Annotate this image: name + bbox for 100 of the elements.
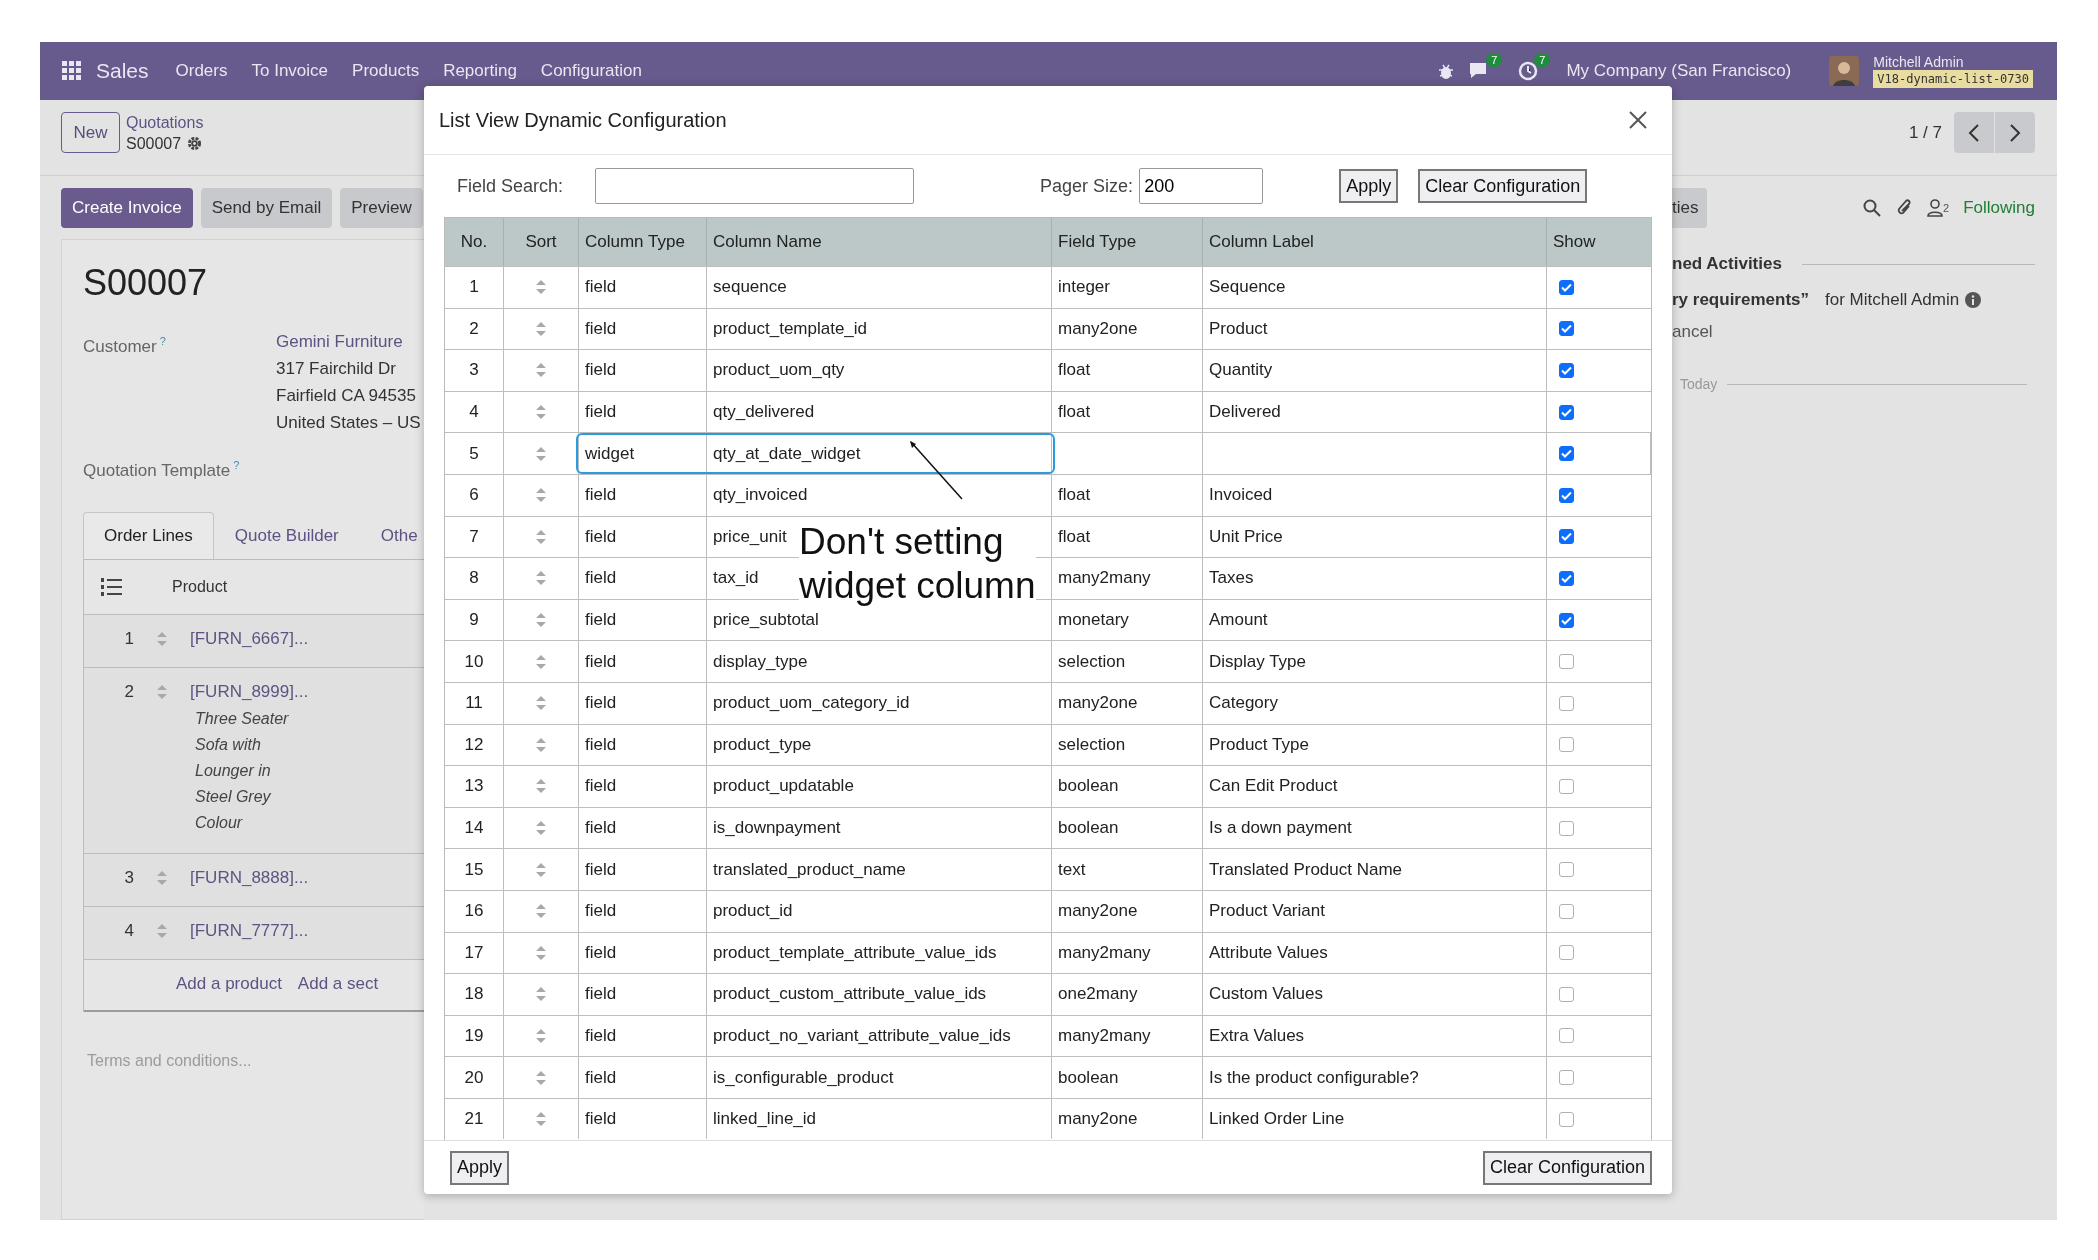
sort-handle-icon[interactable] xyxy=(157,923,167,938)
show-checkbox[interactable] xyxy=(1559,820,1574,836)
numbered-list-icon[interactable] xyxy=(100,576,122,597)
add-link[interactable]: Add a sect xyxy=(297,973,379,1010)
sort-handle-icon[interactable] xyxy=(536,945,546,960)
show-checkbox[interactable] xyxy=(1559,529,1574,545)
sort-handle-icon[interactable] xyxy=(536,779,546,794)
tab[interactable]: Quote Builder xyxy=(213,511,360,559)
bug-icon[interactable] xyxy=(1438,62,1455,80)
tab[interactable]: Order Lines xyxy=(83,511,214,559)
sort-handle-icon[interactable] xyxy=(536,821,546,835)
search-field[interactable] xyxy=(595,168,915,204)
sort-handle-icon[interactable] xyxy=(536,737,546,752)
clock-icon[interactable] xyxy=(1518,61,1539,81)
show-checkbox[interactable] xyxy=(1559,1028,1574,1044)
next-button[interactable] xyxy=(1995,112,2035,153)
table-cell: field xyxy=(579,474,707,516)
table-cell: monetary xyxy=(1052,599,1203,641)
show-checkbox[interactable] xyxy=(1559,778,1574,794)
action-button[interactable]: Preview xyxy=(340,188,423,228)
sort-handle-icon[interactable] xyxy=(157,870,167,885)
product-link[interactable]: [FURN_7777]... xyxy=(190,920,309,941)
info-icon[interactable] xyxy=(1965,292,1982,308)
apply-button[interactable]: Apply xyxy=(450,1150,510,1185)
menu-item[interactable]: Orders xyxy=(175,61,228,81)
table-cell: field xyxy=(579,267,707,308)
show-checkbox[interactable] xyxy=(1559,903,1574,919)
show-checkbox[interactable] xyxy=(1559,404,1574,420)
show-checkbox[interactable] xyxy=(1559,945,1574,961)
show-checkbox[interactable] xyxy=(1559,279,1574,295)
sort-handle-icon[interactable] xyxy=(536,321,546,336)
show-checkbox[interactable] xyxy=(1559,321,1574,337)
show-checkbox[interactable] xyxy=(1559,487,1574,503)
action-button[interactable]: Send by Email xyxy=(200,188,333,228)
breadcrumb-link[interactable]: Quotations xyxy=(126,112,204,133)
apps-menu-icon[interactable] xyxy=(62,61,82,81)
new-button[interactable]: New xyxy=(61,112,120,153)
cancel-link[interactable]: ancel xyxy=(1672,310,2057,342)
sort-handle-icon[interactable] xyxy=(536,446,546,461)
sort-handle-icon[interactable] xyxy=(536,571,546,586)
tab[interactable]: Othe xyxy=(359,511,424,559)
menu-item[interactable]: Reporting xyxy=(443,61,517,81)
company-switcher[interactable]: My Company (San Francisco) xyxy=(1566,61,1792,81)
sort-handle-icon[interactable] xyxy=(157,631,167,646)
chatter-button[interactable]: ties xyxy=(1672,188,1708,228)
sort-handle-icon[interactable] xyxy=(536,405,546,420)
menu-item[interactable]: Configuration xyxy=(540,61,642,81)
table-cell: field xyxy=(579,724,707,766)
row-number: 12 xyxy=(445,724,504,766)
product-link[interactable]: [FURN_8999]... xyxy=(190,681,309,702)
show-checkbox[interactable] xyxy=(1559,986,1574,1002)
search-icon[interactable] xyxy=(1863,199,1882,217)
table-cell: product_no_variant_attribute_value_ids xyxy=(707,1015,1052,1057)
settings-icon[interactable] xyxy=(187,136,203,151)
sort-handle-icon[interactable] xyxy=(536,1112,546,1127)
pager-size-field[interactable]: 200 xyxy=(1139,168,1264,204)
show-checkbox[interactable] xyxy=(1559,446,1574,462)
sort-handle-icon[interactable] xyxy=(157,684,167,699)
menu-item[interactable]: To Invoice xyxy=(251,61,329,81)
show-checkbox[interactable] xyxy=(1559,862,1574,878)
sort-handle-icon[interactable] xyxy=(536,987,546,1002)
following-button[interactable]: Following xyxy=(1963,198,2035,218)
table-cell: many2one xyxy=(1052,682,1203,724)
sort-handle-icon[interactable] xyxy=(536,1029,546,1043)
sort-handle-icon[interactable] xyxy=(536,1070,546,1085)
sort-handle-icon[interactable] xyxy=(536,363,546,378)
table-cell: Product xyxy=(1203,308,1547,350)
show-checkbox[interactable] xyxy=(1559,363,1574,378)
show-checkbox[interactable] xyxy=(1559,1111,1574,1127)
show-checkbox[interactable] xyxy=(1559,612,1574,628)
customer-link[interactable]: Gemini Furniture xyxy=(276,328,421,355)
chevron-left-icon xyxy=(1968,123,1980,142)
show-checkbox[interactable] xyxy=(1559,737,1574,753)
show-checkbox[interactable] xyxy=(1559,1070,1574,1086)
row-number: 14 xyxy=(445,807,504,849)
sort-handle-icon[interactable] xyxy=(536,613,546,628)
product-link[interactable]: [FURN_6667]... xyxy=(190,628,309,649)
person-icon[interactable] xyxy=(1927,199,1944,217)
show-checkbox[interactable] xyxy=(1559,695,1574,711)
row-number: 11 xyxy=(445,682,504,724)
clear-configuration-button[interactable]: Clear Configuration xyxy=(1482,1150,1652,1185)
product-link[interactable]: [FURN_8888]... xyxy=(190,867,309,888)
sort-handle-icon[interactable] xyxy=(536,654,546,669)
apply-button[interactable]: Apply xyxy=(1339,169,1399,203)
app-name[interactable]: Sales xyxy=(96,59,149,83)
sort-handle-icon[interactable] xyxy=(536,862,546,877)
sort-handle-icon[interactable] xyxy=(536,904,546,919)
sort-handle-icon[interactable] xyxy=(536,488,546,503)
previous-button[interactable] xyxy=(1954,112,1994,153)
action-button[interactable]: Create Invoice xyxy=(61,188,193,228)
show-checkbox[interactable] xyxy=(1559,570,1574,586)
add-link[interactable]: Add a product xyxy=(176,973,282,1010)
sort-handle-icon[interactable] xyxy=(536,529,546,544)
user-name[interactable]: Mitchell Admin xyxy=(1873,54,2033,70)
menu-item[interactable]: Products xyxy=(352,61,420,81)
avatar[interactable] xyxy=(1829,56,1860,86)
show-checkbox[interactable] xyxy=(1559,654,1574,670)
clear-configuration-button[interactable]: Clear Configuration xyxy=(1418,169,1588,203)
sort-handle-icon[interactable] xyxy=(536,280,546,295)
sort-handle-icon[interactable] xyxy=(536,696,546,711)
